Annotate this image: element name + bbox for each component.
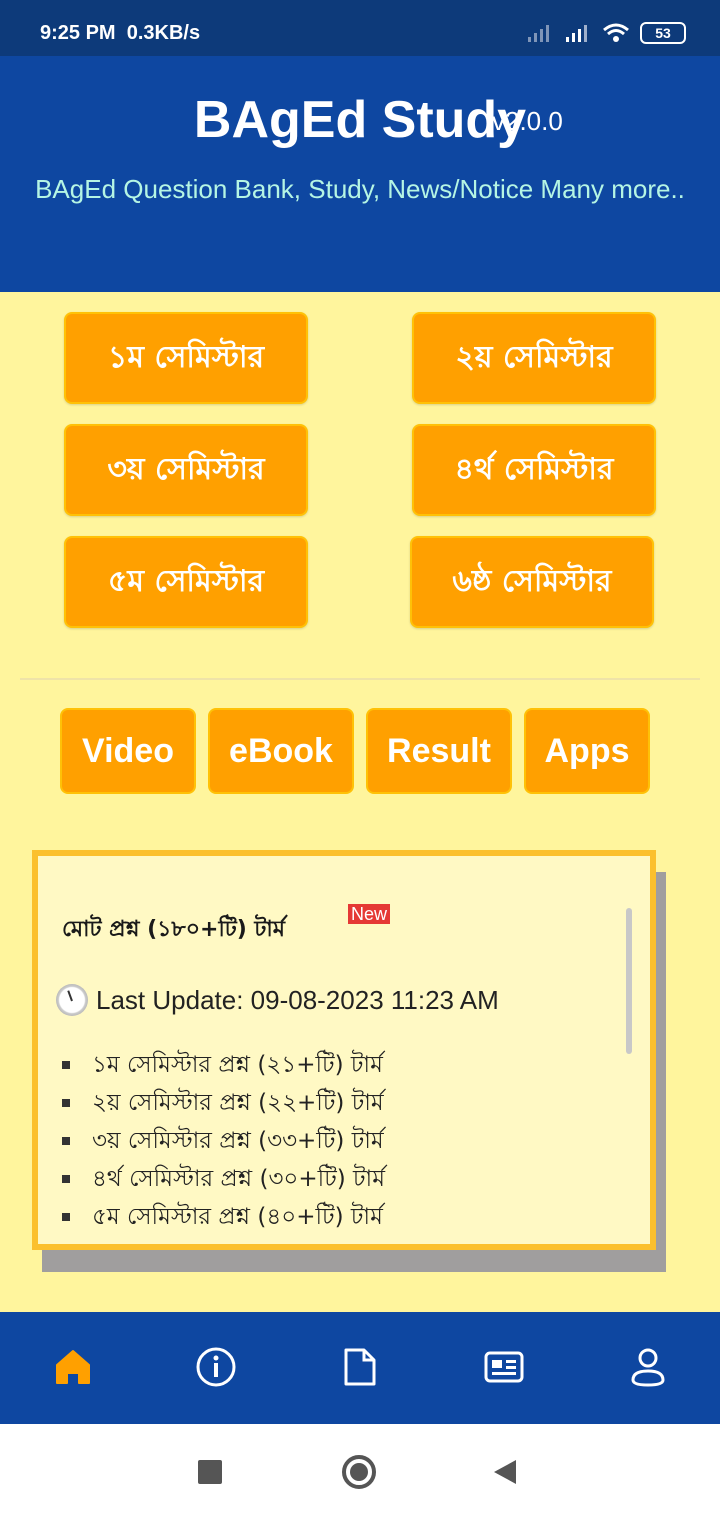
info-icon (196, 1347, 236, 1387)
ebook-button[interactable]: eBook (208, 708, 354, 794)
nav-home[interactable] (48, 1342, 98, 1392)
system-nav-bar (0, 1424, 720, 1520)
semester-6-button[interactable]: ৬ষ্ঠ সেমিস্টার (410, 536, 654, 628)
status-bar: 9:25 PM 0.3KB/s 53 (0, 0, 720, 56)
semester-5-button[interactable]: ৫ম সেমিস্টার (64, 536, 308, 628)
main-content: ১ম সেমিস্টার ২য় সেমিস্টার ৩য় সেমিস্টার… (0, 292, 720, 1312)
notice-panel[interactable]: মোট প্রশ্ন (১৮০+টি) টার্ম New Last Updat… (32, 850, 656, 1250)
divider (20, 678, 700, 680)
status-time: 9:25 PM 0.3KB/s (40, 22, 201, 44)
list-item[interactable]: ৪র্থ সেমিস্টার প্রশ্ন (৩০+টি) টার্ম (62, 1160, 385, 1198)
semester-2-button[interactable]: ২য় সেমিস্টার (412, 312, 656, 404)
news-icon (484, 1351, 524, 1383)
app-header: BAgEd Study v2.0.0 BAgEd Question Bank, … (0, 56, 720, 292)
app-title: BAgEd Study (193, 91, 527, 149)
notice-title[interactable]: মোট প্রশ্ন (১৮০+টি) টার্ম (62, 912, 285, 949)
notice-list: ১ম সেমিস্টার প্রশ্ন (২১+টি) টার্ম ২য় সে… (62, 1046, 385, 1236)
signal-icon (528, 25, 549, 42)
back-button[interactable] (494, 1460, 516, 1484)
last-update-text: Last Update: 09-08-2023 11:23 AM (96, 984, 499, 1015)
home-icon (56, 1350, 90, 1384)
apps-button[interactable]: Apps (524, 708, 650, 794)
nav-news[interactable] (479, 1342, 529, 1392)
battery-icon: 53 (640, 22, 686, 44)
signal-icon (566, 25, 587, 42)
list-item[interactable]: ১ম সেমিস্টার প্রশ্ন (২১+টি) টার্ম (62, 1046, 385, 1084)
profile-icon (631, 1348, 665, 1387)
app-subtitle: BAgEd Question Bank, Study, News/Notice … (35, 174, 685, 204)
scrollbar[interactable] (626, 908, 632, 1054)
bottom-nav (0, 1312, 720, 1424)
document-icon (344, 1348, 376, 1386)
semester-4-button[interactable]: ৪র্থ সেমিস্টার (412, 424, 656, 516)
result-button[interactable]: Result (366, 708, 512, 794)
new-badge: New (348, 904, 391, 924)
clock-icon (56, 984, 88, 1016)
semester-1-button[interactable]: ১ম সেমিস্টার (64, 312, 308, 404)
last-update: Last Update: 09-08-2023 11:23 AM (56, 984, 499, 1016)
app-version: v2.0.0 (492, 106, 563, 136)
recents-button[interactable] (198, 1460, 222, 1484)
video-button[interactable]: Video (60, 708, 196, 794)
home-button[interactable] (342, 1455, 376, 1489)
wifi-icon (603, 23, 629, 42)
status-icons: 53 (526, 22, 686, 44)
nav-info[interactable] (191, 1342, 241, 1392)
list-item[interactable]: ২য় সেমিস্টার প্রশ্ন (২২+টি) টার্ম (62, 1084, 385, 1122)
list-item[interactable]: ৩য় সেমিস্টার প্রশ্ন (৩৩+টি) টার্ম (62, 1122, 385, 1160)
semester-3-button[interactable]: ৩য় সেমিস্টার (64, 424, 308, 516)
nav-profile[interactable] (623, 1342, 673, 1392)
list-item[interactable]: ৫ম সেমিস্টার প্রশ্ন (৪০+টি) টার্ম (62, 1198, 385, 1236)
nav-document[interactable] (335, 1342, 385, 1392)
